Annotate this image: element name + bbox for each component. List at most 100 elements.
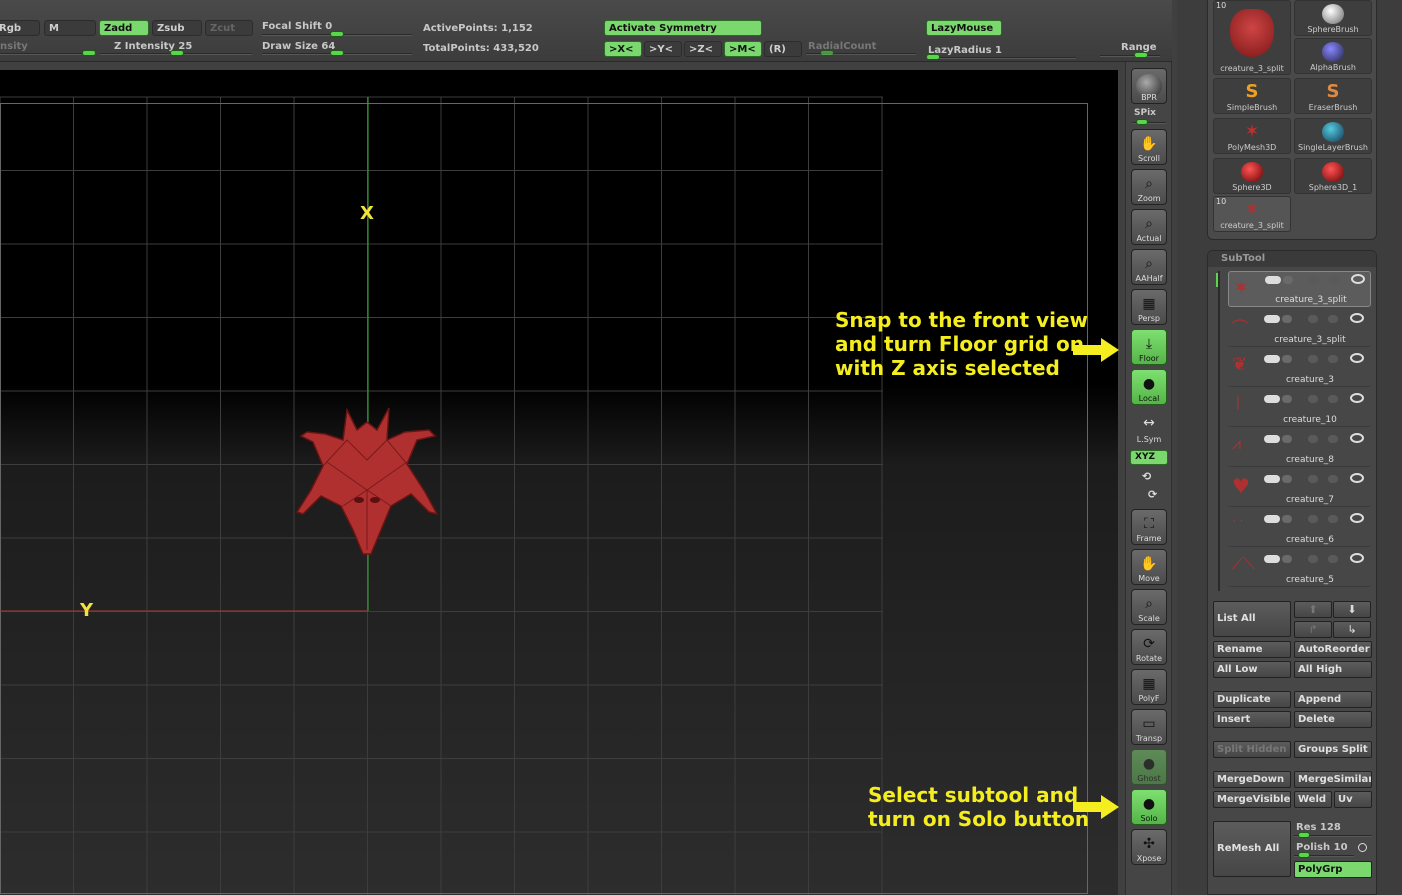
aahalf-button[interactable]: ⌕ AAHalf — [1131, 249, 1167, 285]
ghost-button[interactable]: ● Ghost — [1131, 749, 1167, 785]
autoreorder-button[interactable]: AutoReorder — [1294, 641, 1372, 658]
m-button[interactable]: M — [44, 20, 96, 36]
toggle-icon[interactable] — [1282, 475, 1292, 483]
tool-thumb[interactable]: S SimpleBrush — [1213, 78, 1291, 114]
tool-thumb[interactable]: AlphaBrush — [1294, 38, 1372, 74]
toggle-icon[interactable] — [1308, 475, 1318, 483]
spix-slider[interactable] — [1132, 119, 1166, 125]
transp-button[interactable]: ▭ Transp — [1131, 709, 1167, 745]
slider-knob[interactable] — [1136, 119, 1148, 125]
toggle-icon[interactable] — [1328, 555, 1338, 563]
duplicate-button[interactable]: Duplicate — [1213, 691, 1291, 708]
toggle-icon[interactable] — [1308, 555, 1318, 563]
toggle-icon[interactable] — [1264, 315, 1280, 323]
move-down-right-icon[interactable]: ↳ — [1333, 621, 1371, 638]
toggle-icon[interactable] — [1309, 276, 1319, 284]
focal-shift-slider[interactable] — [262, 31, 412, 37]
toggle-icon[interactable] — [1328, 395, 1338, 403]
toggle-icon[interactable] — [1328, 475, 1338, 483]
polish-toggle-icon[interactable] — [1358, 843, 1367, 852]
toggle-icon[interactable] — [1328, 355, 1338, 363]
rotate-z-icon[interactable]: ⟳ — [1148, 488, 1157, 501]
toggle-icon[interactable] — [1308, 355, 1318, 363]
slider-knob[interactable] — [1134, 52, 1148, 58]
radial-count-slider[interactable] — [806, 50, 916, 56]
mergedown-button[interactable]: MergeDown — [1213, 771, 1291, 788]
toggle-icon[interactable] — [1282, 515, 1292, 523]
xpose-button[interactable]: ✣ Xpose — [1131, 829, 1167, 865]
range-slider[interactable] — [1100, 52, 1160, 58]
zadd-button[interactable]: Zadd — [99, 20, 149, 36]
move-up-left-icon[interactable]: ↱ — [1294, 621, 1332, 638]
polygrp-button[interactable]: PolyGrp — [1294, 861, 1372, 878]
toggle-icon[interactable] — [1282, 395, 1292, 403]
rotate-button[interactable]: ⟳ Rotate — [1131, 629, 1167, 665]
toggle-icon[interactable] — [1264, 395, 1280, 403]
rgb-intensity-slider[interactable] — [0, 50, 96, 56]
delete-button[interactable]: Delete — [1294, 711, 1372, 728]
eye-icon[interactable] — [1350, 313, 1364, 323]
bpr-button[interactable]: BPR — [1131, 68, 1167, 104]
polyf-button[interactable]: ▦ PolyF — [1131, 669, 1167, 705]
subtool-item[interactable]: ❦ creature_3 — [1228, 351, 1371, 387]
slider-knob[interactable] — [330, 31, 344, 37]
toggle-icon[interactable] — [1328, 315, 1338, 323]
insert-button[interactable]: Insert — [1213, 711, 1291, 728]
subtool-header[interactable]: SubTool — [1208, 251, 1376, 267]
eye-icon[interactable] — [1351, 274, 1365, 284]
persp-button[interactable]: ▦ Persp — [1131, 289, 1167, 325]
scale-button[interactable]: ⌕ Scale — [1131, 589, 1167, 625]
zcut-button[interactable]: Zcut — [205, 20, 253, 36]
rotate-y-icon[interactable]: ⟲ — [1142, 470, 1151, 483]
subtool-item[interactable]: ♥ creature_7 — [1228, 471, 1371, 507]
tool-thumb[interactable]: S EraserBrush — [1294, 78, 1372, 114]
list-all-button[interactable]: List All — [1213, 601, 1291, 637]
toggle-icon[interactable] — [1282, 555, 1292, 563]
toggle-icon[interactable] — [1265, 276, 1281, 284]
local-button[interactable]: ● Local — [1131, 369, 1167, 405]
rename-button[interactable]: Rename — [1213, 641, 1291, 658]
tool-thumb[interactable]: ✶ PolyMesh3D — [1213, 118, 1291, 154]
sym-y-button[interactable]: >Y< — [644, 41, 682, 57]
toggle-icon[interactable] — [1264, 555, 1280, 563]
eye-icon[interactable] — [1350, 433, 1364, 443]
subtool-scrollbar[interactable] — [1218, 271, 1220, 591]
actual-button[interactable]: ⌕ Actual — [1131, 209, 1167, 245]
slider-knob[interactable] — [330, 50, 344, 56]
groups-split-button[interactable]: Groups Split — [1294, 741, 1372, 758]
remesh-all-button[interactable]: ReMesh All — [1213, 821, 1291, 877]
res-slider[interactable] — [1294, 832, 1372, 838]
tool-thumb[interactable]: 10 ✶ creature_3_split — [1213, 196, 1291, 232]
all-high-button[interactable]: All High — [1294, 661, 1372, 678]
tool-thumb[interactable]: Sphere3D_1 — [1294, 158, 1372, 194]
creature-model[interactable] — [295, 407, 439, 555]
slider-knob[interactable] — [1298, 852, 1310, 858]
sym-r-button[interactable]: (R) — [764, 41, 802, 57]
tool-thumb[interactable]: SingleLayerBrush — [1294, 118, 1372, 154]
toggle-icon[interactable] — [1282, 315, 1292, 323]
subtool-item[interactable]: ❘ creature_10 — [1228, 391, 1371, 427]
activate-symmetry-button[interactable]: Activate Symmetry — [604, 20, 762, 36]
zsub-button[interactable]: Zsub — [152, 20, 202, 36]
eye-icon[interactable] — [1350, 553, 1364, 563]
toggle-icon[interactable] — [1328, 515, 1338, 523]
subtool-item[interactable]: ✶ creature_3_split — [1228, 271, 1371, 307]
toggle-icon[interactable] — [1308, 435, 1318, 443]
move-button[interactable]: ✋ Move — [1131, 549, 1167, 585]
lazy-radius-slider[interactable] — [926, 54, 1076, 60]
solo-button[interactable]: ● Solo — [1131, 789, 1167, 825]
lazy-mouse-button[interactable]: LazyMouse — [926, 20, 1002, 36]
subtool-item[interactable]: · · creature_6 — [1228, 511, 1371, 547]
sym-m-button[interactable]: >M< — [724, 41, 762, 57]
zoom-button[interactable]: ⌕ Zoom — [1131, 169, 1167, 205]
eye-icon[interactable] — [1350, 353, 1364, 363]
toggle-icon[interactable] — [1264, 435, 1280, 443]
eye-icon[interactable] — [1350, 473, 1364, 483]
toggle-icon[interactable] — [1308, 515, 1318, 523]
slider-knob[interactable] — [82, 50, 96, 56]
move-down-icon[interactable]: ⬇ — [1333, 601, 1371, 618]
move-up-icon[interactable]: ⬆ — [1294, 601, 1332, 618]
tool-thumb[interactable]: SphereBrush — [1294, 0, 1372, 36]
weld-button[interactable]: Weld — [1294, 791, 1332, 808]
mergesimilar-button[interactable]: MergeSimilar — [1294, 771, 1372, 788]
